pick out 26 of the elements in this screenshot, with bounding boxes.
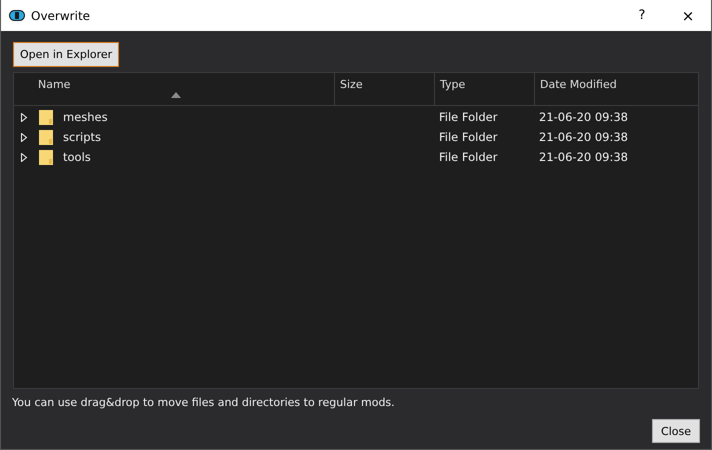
type-cell-text: File Folder <box>438 130 498 144</box>
open-in-explorer-button[interactable]: Open in Explorer <box>13 42 120 67</box>
date-cell-text: 21-06-20 09:38 <box>538 110 629 124</box>
column-header[interactable]: Size <box>335 73 435 105</box>
type-cell-text: File Folder <box>438 150 498 164</box>
date-cell-text: 21-06-20 09:38 <box>538 130 629 144</box>
folder-icon <box>39 110 53 124</box>
file-name[interactable]: tools <box>59 150 91 164</box>
expand-arrow-icon[interactable] <box>20 152 29 162</box>
close-button[interactable]: Close <box>652 419 700 443</box>
folder-icon <box>39 130 53 144</box>
column-header[interactable]: Name <box>14 73 335 105</box>
folder-icon <box>39 150 53 164</box>
date-cell-text: 21-06-20 09:38 <box>538 150 629 164</box>
column-header[interactable]: Date Modified <box>535 73 698 105</box>
window-title: Overwrite <box>31 8 92 22</box>
type-cell-text: File Folder <box>438 110 498 124</box>
hint-text: You can use drag&drop to move files and directories to regular mods. <box>12 396 396 409</box>
app-icon <box>9 10 25 21</box>
file-name[interactable]: scripts <box>59 130 102 144</box>
expand-arrow-icon[interactable] <box>20 132 29 142</box>
help-button[interactable]: ? <box>619 0 665 31</box>
column-header[interactable]: Type <box>435 73 535 105</box>
file-name[interactable]: meshes <box>59 110 108 124</box>
close-button[interactable]: × <box>665 0 711 31</box>
expand-arrow-icon[interactable] <box>20 112 29 122</box>
